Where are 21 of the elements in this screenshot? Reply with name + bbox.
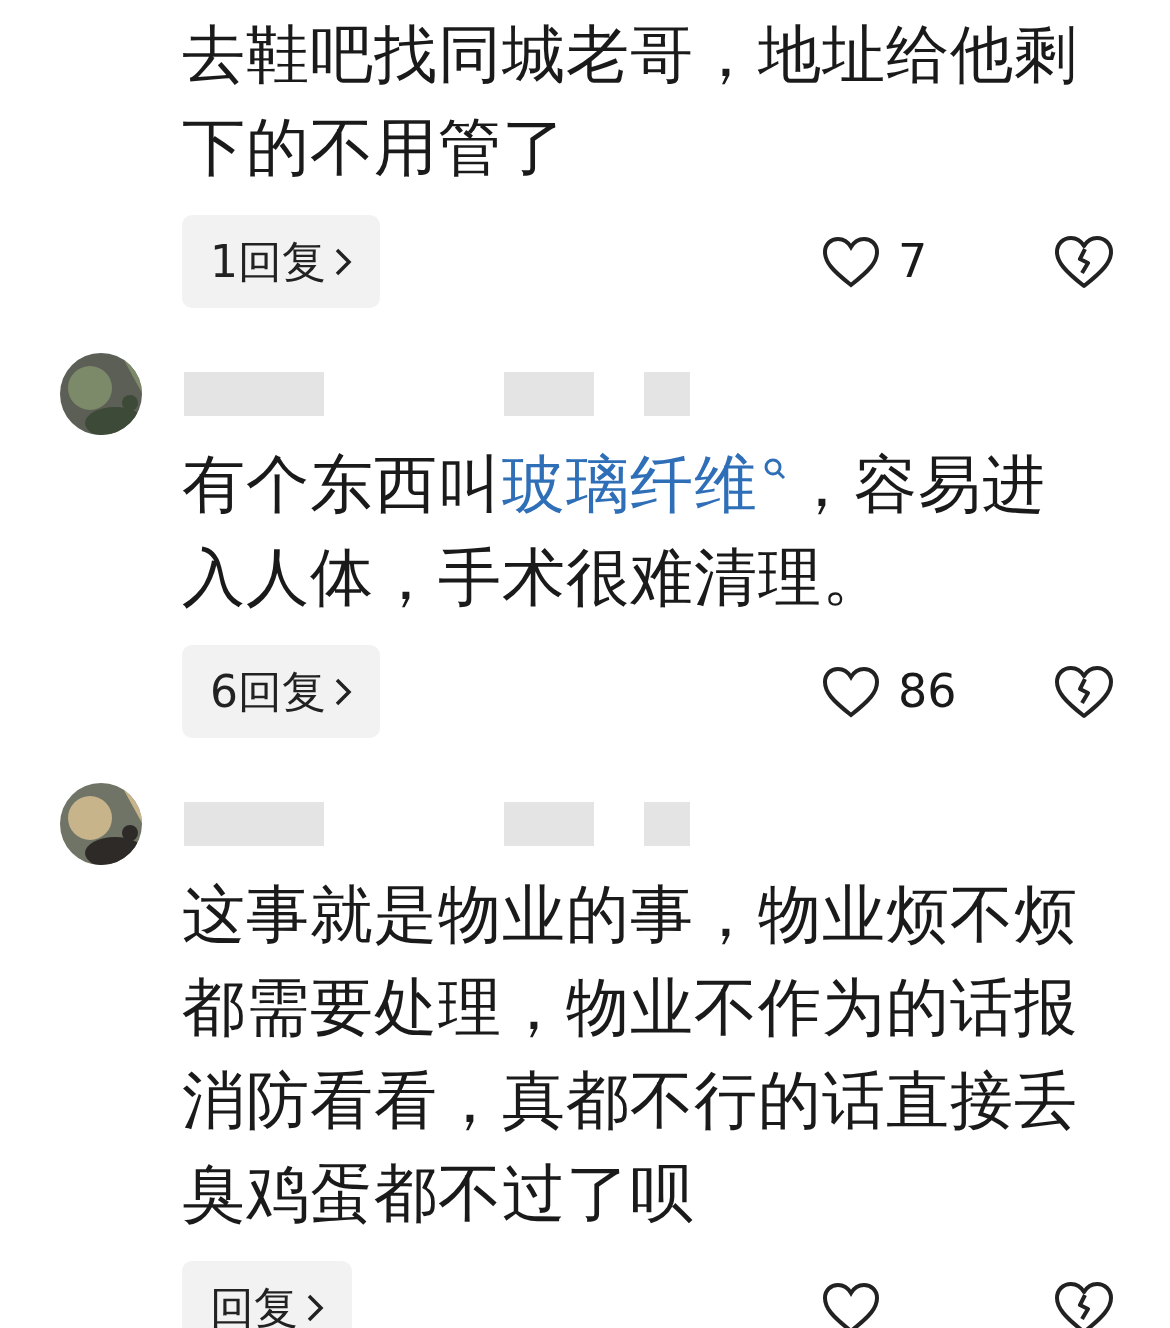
- search-link[interactable]: 玻璃纤维: [502, 448, 790, 521]
- chevron-right-icon: [334, 246, 352, 277]
- broken-heart-icon[interactable]: [1054, 664, 1114, 719]
- like-count: 7: [898, 233, 928, 290]
- chevron-right-icon: [334, 676, 352, 707]
- like-count: 86: [898, 663, 957, 720]
- replies-button[interactable]: 6回复: [182, 645, 380, 738]
- replies-button[interactable]: 回复: [182, 1261, 352, 1328]
- heart-icon[interactable]: [822, 665, 880, 718]
- broken-heart-icon[interactable]: [1054, 1280, 1114, 1328]
- heart-icon[interactable]: [822, 1281, 880, 1328]
- comment-text: 去鞋吧找同城老哥，地址给他剩下的不用管了: [182, 17, 1079, 186]
- broken-heart-icon[interactable]: [1054, 234, 1114, 289]
- search-icon: [764, 458, 786, 480]
- chevron-right-icon: [306, 1292, 324, 1323]
- blurred-username: [644, 802, 690, 846]
- heart-icon[interactable]: [822, 235, 880, 288]
- comment-text: 这事就是物业的事，物业烦不烦都需要处理，物业不作为的话报消防看看，真都不行的话直接丢臭鸡蛋都不过了呗: [182, 877, 1079, 1232]
- replies-button[interactable]: 1回复: [182, 215, 380, 308]
- comment-text: 有个东西叫玻璃纤维 ，容易进入人体，手术很难清理。: [182, 447, 1047, 616]
- blurred-username: [644, 372, 690, 416]
